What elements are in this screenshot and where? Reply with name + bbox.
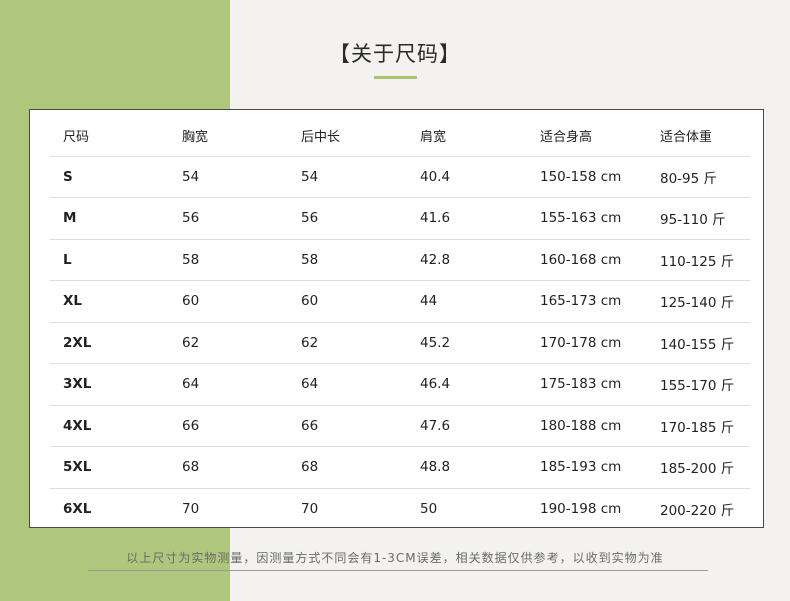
cell-length: 70 <box>301 501 319 518</box>
title-underline <box>374 76 417 79</box>
cell-length: 58 <box>301 251 319 268</box>
cell-weight: 125-140 斤 <box>660 295 735 312</box>
cell-size: S <box>63 168 73 185</box>
cell-length: 64 <box>301 376 319 393</box>
cell-length: 66 <box>301 417 319 434</box>
cell-weight: 200-220 斤 <box>660 503 735 520</box>
table-row: 3XL 64 64 46.4 175-183 cm 155-170 斤 <box>50 364 750 406</box>
cell-weight: 80-95 斤 <box>660 170 718 187</box>
cell-size: 5XL <box>63 459 92 476</box>
cell-shoulder: 42.8 <box>420 251 451 268</box>
header-cell-chest: 胸宽 <box>182 129 209 145</box>
table-row: S 54 54 40.4 150-158 cm 80-95 斤 <box>50 157 750 198</box>
cell-size: M <box>63 210 77 227</box>
table-row: L 58 58 42.8 160-168 cm 110-125 斤 <box>50 240 750 281</box>
table-row: XL 60 60 44 165-173 cm 125-140 斤 <box>50 281 750 323</box>
cell-height: 180-188 cm <box>540 417 622 434</box>
cell-height: 165-173 cm <box>540 293 622 310</box>
cell-size: L <box>63 251 72 268</box>
cell-size: XL <box>63 293 83 310</box>
cell-chest: 54 <box>182 168 200 185</box>
footnote-divider <box>88 570 708 571</box>
header-cell-shoulder: 肩宽 <box>420 129 447 145</box>
cell-size: 4XL <box>63 417 92 434</box>
header-cell-size: 尺码 <box>63 129 90 145</box>
table-row: 6XL 70 70 50 190-198 cm 200-220 斤 <box>50 489 750 531</box>
table-row: 2XL 62 62 45.2 170-178 cm 140-155 斤 <box>50 323 750 364</box>
size-table: 尺码 胸宽 后中长 肩宽 适合身高 适合体重 S 54 54 40.4 150-… <box>29 109 764 528</box>
cell-shoulder: 48.8 <box>420 459 451 476</box>
cell-weight: 95-110 斤 <box>660 212 726 229</box>
measurement-footnote: 以上尺寸为实物测量，因测量方式不同会有1-3CM误差，相关数据仅供参考，以收到实… <box>126 551 664 565</box>
table-header-row: 尺码 胸宽 后中长 肩宽 适合身高 适合体重 <box>50 115 750 157</box>
page-title: 【关于尺码】 <box>329 42 461 66</box>
cell-weight: 185-200 斤 <box>660 461 735 478</box>
cell-length: 60 <box>301 293 319 310</box>
table-row: 5XL 68 68 48.8 185-193 cm 185-200 斤 <box>50 447 750 489</box>
cell-chest: 62 <box>182 334 200 351</box>
cell-shoulder: 46.4 <box>420 376 451 393</box>
cell-shoulder: 40.4 <box>420 168 451 185</box>
cell-height: 155-163 cm <box>540 210 622 227</box>
cell-chest: 60 <box>182 293 200 310</box>
cell-weight: 110-125 斤 <box>660 253 735 270</box>
cell-weight: 170-185 斤 <box>660 419 735 436</box>
cell-shoulder: 41.6 <box>420 210 451 227</box>
table-row: 4XL 66 66 47.6 180-188 cm 170-185 斤 <box>50 406 750 447</box>
cell-size: 3XL <box>63 376 92 393</box>
table-row: M 56 56 41.6 155-163 cm 95-110 斤 <box>50 198 750 240</box>
cell-height: 190-198 cm <box>540 501 622 518</box>
cell-size: 2XL <box>63 334 92 351</box>
cell-shoulder: 44 <box>420 293 438 310</box>
cell-chest: 68 <box>182 459 200 476</box>
cell-weight: 155-170 斤 <box>660 378 735 395</box>
cell-length: 54 <box>301 168 319 185</box>
cell-length: 62 <box>301 334 319 351</box>
header-cell-weight: 适合体重 <box>660 129 713 145</box>
header-cell-length: 后中长 <box>301 129 341 145</box>
cell-height: 150-158 cm <box>540 168 622 185</box>
cell-weight: 140-155 斤 <box>660 336 735 353</box>
cell-chest: 64 <box>182 376 200 393</box>
cell-shoulder: 47.6 <box>420 417 451 434</box>
cell-height: 160-168 cm <box>540 251 622 268</box>
cell-shoulder: 45.2 <box>420 334 451 351</box>
cell-height: 175-183 cm <box>540 376 622 393</box>
cell-chest: 56 <box>182 210 200 227</box>
cell-chest: 66 <box>182 417 200 434</box>
cell-height: 185-193 cm <box>540 459 622 476</box>
cell-shoulder: 50 <box>420 501 438 518</box>
cell-height: 170-178 cm <box>540 334 622 351</box>
header-cell-height: 适合身高 <box>540 129 593 145</box>
cell-length: 68 <box>301 459 319 476</box>
cell-chest: 58 <box>182 251 200 268</box>
cell-length: 56 <box>301 210 319 227</box>
cell-size: 6XL <box>63 501 92 518</box>
cell-chest: 70 <box>182 501 200 518</box>
